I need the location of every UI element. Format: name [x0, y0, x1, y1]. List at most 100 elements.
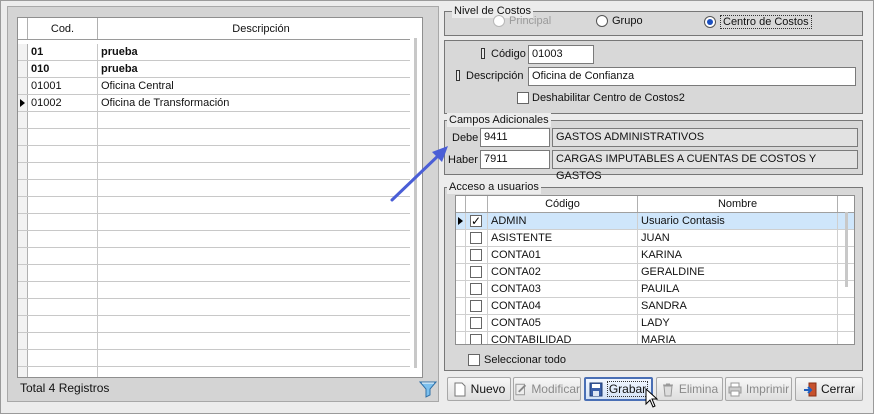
row-indicator	[18, 78, 28, 94]
user-row-indicator	[456, 332, 466, 344]
empty-row[interactable]	[18, 367, 422, 377]
user-check-cell	[466, 230, 488, 246]
empty-row[interactable]	[18, 129, 422, 146]
empty-row[interactable]	[18, 197, 422, 214]
edit-icon	[515, 383, 527, 395]
grabar-button[interactable]: Grabar	[584, 377, 653, 401]
column-header-nombre[interactable]: Nombre	[638, 196, 838, 212]
user-row[interactable]: ASISTENTE JUAN	[456, 230, 854, 247]
deshabilitar-checkbox[interactable]	[517, 92, 529, 104]
cell-descripcion	[98, 197, 422, 213]
user-access-checkbox[interactable]	[470, 300, 482, 312]
user-row[interactable]: CONTA04 SANDRA	[456, 298, 854, 315]
row-indicator	[18, 248, 28, 264]
select-all-checkbox[interactable]	[468, 354, 480, 366]
empty-row[interactable]	[18, 180, 422, 197]
row-indicator	[18, 350, 28, 366]
annotation-arrow-icon	[390, 146, 448, 202]
user-access-checkbox[interactable]	[470, 249, 482, 261]
user-row[interactable]: CONTA05 LADY	[456, 315, 854, 332]
radio-centro-dot[interactable]	[704, 16, 716, 28]
cell-cod	[28, 180, 98, 196]
empty-row[interactable]	[18, 231, 422, 248]
empty-row[interactable]	[18, 146, 422, 163]
user-row-indicator	[456, 247, 466, 263]
descripcion-field[interactable]: Oficina de Confianza	[528, 67, 856, 86]
empty-row[interactable]	[18, 248, 422, 265]
column-header-cod[interactable]: Cod.	[28, 18, 98, 39]
cell-cod	[28, 316, 98, 332]
table-row[interactable]: 01001 Oficina Central	[18, 78, 422, 95]
table-row[interactable]: 010 prueba	[18, 61, 422, 78]
descripcion-label: Descripción	[466, 70, 524, 82]
table-row[interactable]: 01002 Oficina de Transformación	[18, 95, 422, 112]
user-access-checkbox[interactable]	[470, 266, 482, 278]
empty-row[interactable]	[18, 299, 422, 316]
codigo-field[interactable]: 01003	[528, 45, 594, 64]
row-indicator	[18, 146, 28, 162]
row-indicator	[18, 197, 28, 213]
cell-codigo: CONTABILIDAD	[488, 332, 638, 344]
user-access-checkbox[interactable]	[470, 317, 482, 329]
radio-centro-de-costos[interactable]: Centro de Costos	[704, 15, 812, 29]
column-header-codigo[interactable]: Código	[488, 196, 638, 212]
users-grid[interactable]: Código Nombre ADMINUsuario ContasisASIST…	[455, 195, 855, 345]
empty-row[interactable]	[18, 214, 422, 231]
user-row[interactable]: ADMINUsuario Contasis	[456, 213, 854, 230]
user-row[interactable]: CONTABILIDAD MARIA	[456, 332, 854, 344]
cell-descripcion	[98, 248, 422, 264]
user-row-indicator	[456, 281, 466, 297]
user-check-cell	[466, 298, 488, 314]
empty-row[interactable]	[18, 265, 422, 282]
cost-center-grid[interactable]: Cod. Descripción 01 prueba 010 prueba 01001 O…	[17, 17, 423, 378]
user-check-cell	[466, 264, 488, 280]
user-row[interactable]: CONTA01 KARINA	[456, 247, 854, 264]
user-access-checkbox[interactable]	[470, 232, 482, 244]
radio-grupo[interactable]: Grupo	[596, 15, 643, 27]
radio-principal[interactable]: Principal	[493, 15, 551, 27]
cell-cod	[28, 367, 98, 377]
row-indicator	[18, 163, 28, 179]
row-indicator	[18, 367, 28, 377]
users-scrollbar[interactable]	[845, 212, 848, 287]
grid-header: Cod. Descripción	[18, 18, 422, 40]
user-row-indicator	[456, 298, 466, 314]
radio-grupo-dot[interactable]	[596, 15, 608, 27]
user-row-indicator	[456, 213, 466, 229]
radio-principal-dot[interactable]	[493, 15, 505, 27]
user-access-checkbox[interactable]	[470, 283, 482, 295]
filter-icon[interactable]	[419, 380, 437, 398]
elimina-button[interactable]: Elimina	[656, 377, 723, 401]
save-icon	[589, 382, 603, 396]
current-row-arrow-icon	[20, 99, 25, 107]
column-header-descripcion[interactable]: Descripción	[98, 18, 422, 39]
cell-descripcion	[98, 146, 422, 162]
exit-door-icon	[803, 382, 817, 396]
nuevo-button[interactable]: Nuevo	[447, 377, 511, 401]
cell-nombre: GERALDINE	[638, 264, 838, 280]
cell-cod	[28, 129, 98, 145]
user-access-checkbox[interactable]	[470, 213, 482, 229]
user-row[interactable]: CONTA02 GERALDINE	[456, 264, 854, 281]
modificar-button[interactable]: Modificar	[513, 377, 581, 401]
empty-row[interactable]	[18, 112, 422, 129]
deshabilitar-label: Deshabilitar Centro de Costos2	[532, 92, 685, 104]
empty-row[interactable]	[18, 350, 422, 367]
cerrar-button[interactable]: Cerrar	[795, 377, 863, 401]
cell-codigo: CONTA02	[488, 264, 638, 280]
empty-row[interactable]	[18, 316, 422, 333]
empty-row[interactable]	[18, 333, 422, 350]
debe-code-field[interactable]: 9411	[480, 128, 550, 147]
user-access-checkbox[interactable]	[470, 334, 482, 344]
empty-row[interactable]	[18, 163, 422, 180]
cell-cod	[28, 299, 98, 315]
table-row[interactable]: 01 prueba	[18, 44, 422, 61]
user-row[interactable]: CONTA03 PAUILA	[456, 281, 854, 298]
empty-row[interactable]	[18, 282, 422, 299]
haber-code-field[interactable]: 7911	[480, 150, 550, 169]
total-records-label: Total 4 Registros	[20, 381, 110, 395]
imprimir-button[interactable]: Imprimir	[725, 377, 792, 401]
user-check-cell	[466, 247, 488, 263]
cell-cod	[28, 333, 98, 349]
row-indicator	[18, 231, 28, 247]
